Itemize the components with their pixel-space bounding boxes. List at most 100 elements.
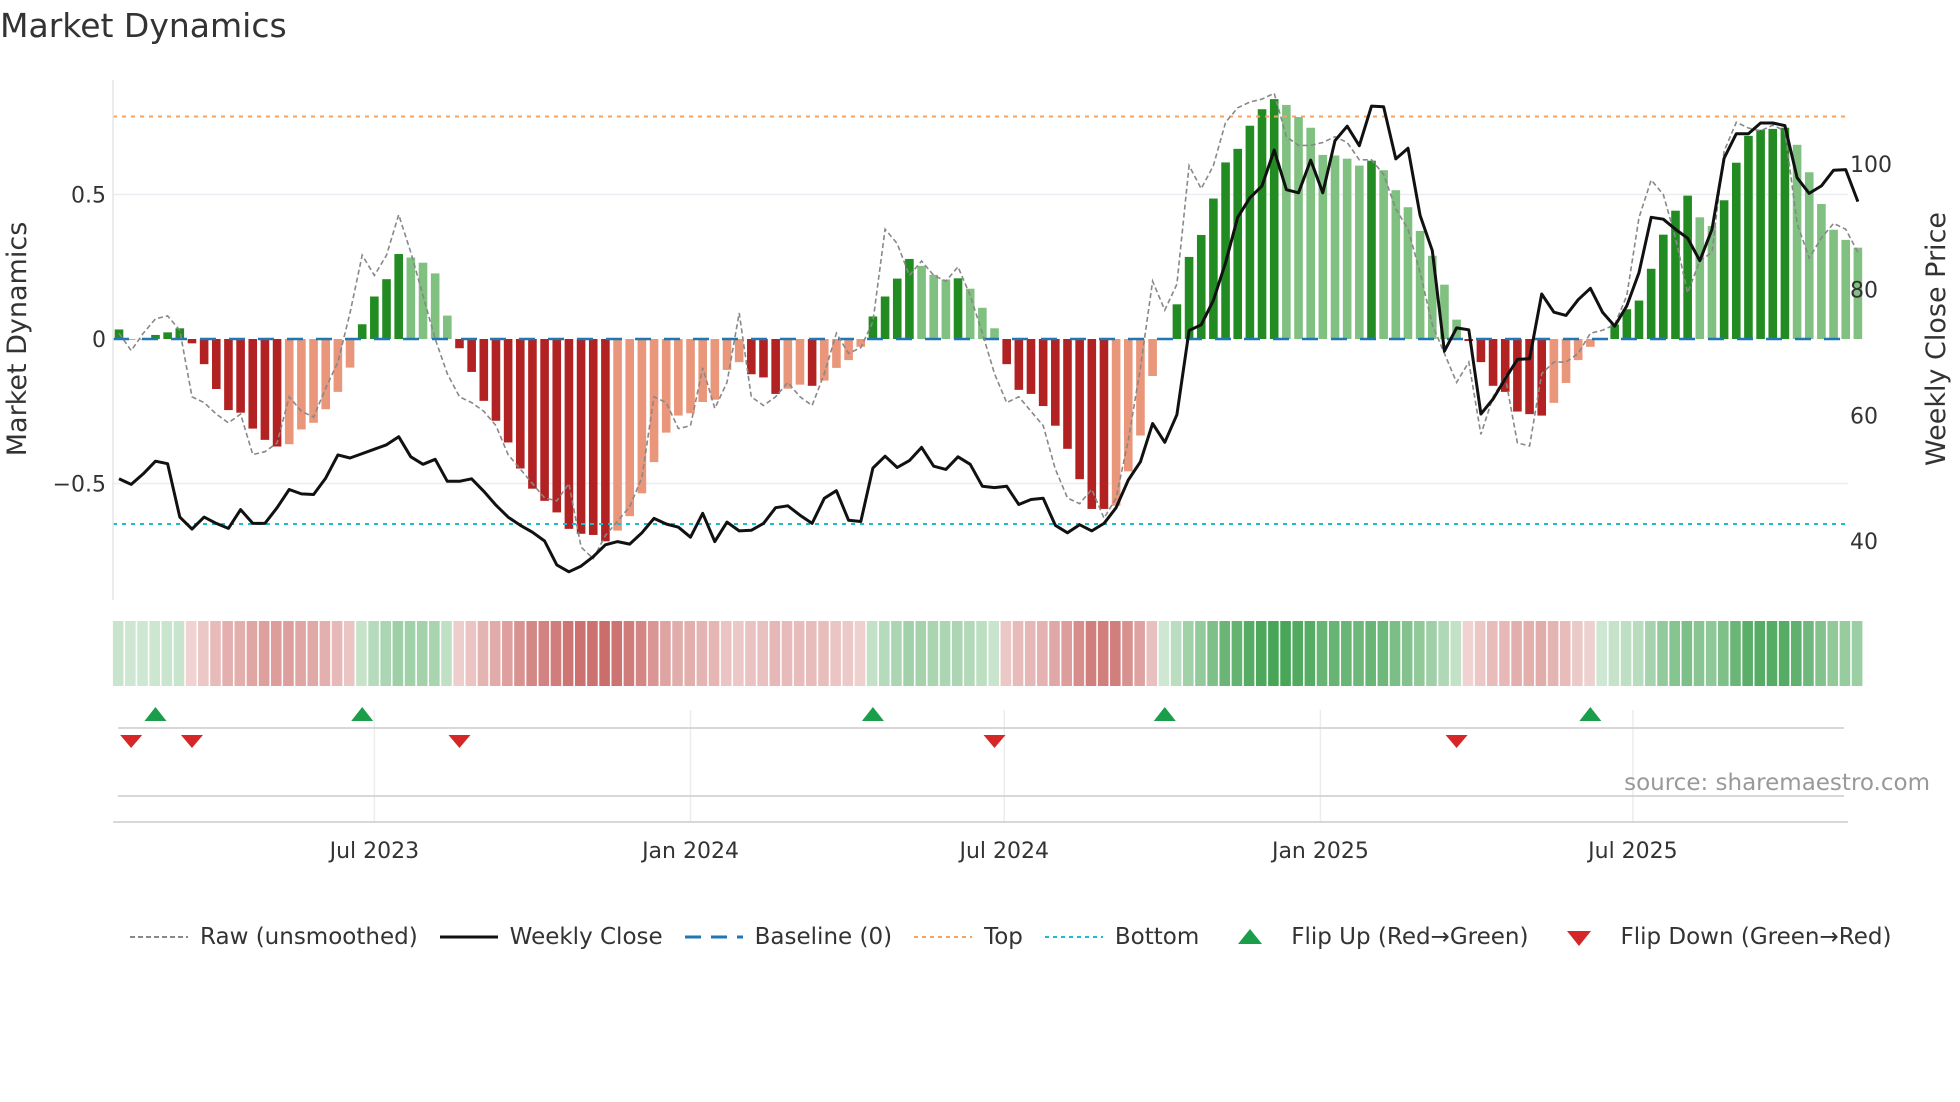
regime-cell <box>562 621 574 686</box>
regime-cell <box>1766 621 1778 686</box>
regime-cell <box>270 621 282 686</box>
regime-cell <box>647 621 659 686</box>
regime-cell <box>1730 621 1741 686</box>
x-tick-label: Jul 2024 <box>957 839 1049 864</box>
regime-cell <box>319 621 331 686</box>
regime-cell <box>1778 621 1790 686</box>
raw-swatch <box>130 936 188 938</box>
regime-cell <box>1681 621 1693 686</box>
regime-cell <box>1608 621 1620 686</box>
dynamics-bar <box>1330 155 1340 339</box>
regime-cell <box>1596 621 1608 686</box>
regime-cell <box>1061 621 1072 686</box>
dynamics-bar <box>649 339 659 463</box>
regime-cell <box>854 621 866 686</box>
legend-flip-down[interactable]: Flip Down (Green→Red) <box>1550 924 1891 950</box>
dynamics-bar <box>345 339 355 368</box>
regime-cell <box>1219 621 1231 686</box>
flip-up-marker <box>1579 707 1602 721</box>
regime-cell <box>1559 621 1571 686</box>
dynamics-bar <box>1379 170 1388 339</box>
regime-cell <box>1231 621 1243 686</box>
flip-up-marker <box>351 707 374 721</box>
regime-cell <box>1365 621 1376 686</box>
regime-cell <box>842 621 854 686</box>
regime-cell <box>404 621 416 686</box>
dynamics-bar <box>528 339 537 489</box>
regime-cell <box>392 621 404 686</box>
dynamics-bar <box>892 278 902 339</box>
legend-top-label: Top <box>984 924 1023 950</box>
regime-cell <box>210 621 221 686</box>
regime-cell <box>1474 621 1486 686</box>
dynamics-bar <box>1804 172 1814 339</box>
dynamics-bar <box>1634 300 1644 339</box>
x-tick-label: Jul 2025 <box>1586 839 1678 864</box>
dynamics-bar <box>807 339 817 386</box>
legend-bottom[interactable]: Bottom <box>1044 924 1199 950</box>
dynamics-bar <box>224 339 233 411</box>
regime-cell <box>720 621 732 686</box>
flip-down-marker <box>120 735 143 748</box>
regime-cell <box>112 621 124 686</box>
dynamics-bar <box>1002 339 1011 365</box>
legend-raw-label: Raw (unsmoothed) <box>200 924 418 950</box>
regime-cell <box>526 621 537 686</box>
dynamics-bar <box>1282 104 1291 339</box>
dynamics-bar <box>1257 109 1267 340</box>
regime-cell <box>125 621 136 686</box>
flip-down-marker <box>448 735 471 748</box>
legend-flip-up[interactable]: Flip Up (Red→Green) <box>1221 924 1528 950</box>
regime-cell <box>1535 621 1547 686</box>
dynamics-bar <box>795 339 805 385</box>
regime-cell <box>1255 621 1267 686</box>
dynamics-bar <box>1233 148 1243 339</box>
dynamics-bar <box>941 279 951 339</box>
regime-cell <box>1000 621 1012 686</box>
regime-cell <box>1146 621 1158 686</box>
regime-cell <box>1657 621 1668 686</box>
regime-cell <box>781 621 793 686</box>
regime-cell <box>1377 621 1389 686</box>
regime-cell <box>343 621 355 686</box>
regime-cell <box>222 621 233 686</box>
regime-cell <box>1839 621 1851 686</box>
dynamics-bar <box>637 339 647 494</box>
regime-cell <box>380 621 392 686</box>
legend-raw[interactable]: Raw (unsmoothed) <box>130 924 418 950</box>
regime-cell <box>951 621 963 686</box>
dynamics-bar <box>1841 239 1851 339</box>
regime-cell <box>1693 621 1705 686</box>
regime-cell <box>1316 621 1328 686</box>
regime-cell <box>1268 621 1279 686</box>
dynamics-bar <box>1780 127 1790 339</box>
dynamics-bar <box>1768 128 1778 339</box>
regime-cell <box>1024 621 1036 686</box>
regime-cell <box>198 621 209 686</box>
regime-cell <box>1207 621 1218 686</box>
regime-cell <box>611 621 623 686</box>
legend-baseline[interactable]: Baseline (0) <box>684 924 892 950</box>
dynamics-bar <box>163 332 172 339</box>
regime-cell <box>1547 621 1559 686</box>
regime-cell <box>1049 621 1060 686</box>
dynamics-bar <box>953 278 963 339</box>
legend-top[interactable]: Top <box>914 924 1023 950</box>
regime-cell <box>234 621 246 686</box>
dynamics-bar <box>321 339 331 410</box>
regime-cell <box>757 621 768 686</box>
regime-cell <box>538 621 550 686</box>
dynamics-bar <box>1403 207 1413 339</box>
dynamics-bar <box>1026 339 1036 394</box>
regime-cell <box>1718 621 1729 686</box>
regime-cell <box>477 621 489 686</box>
regime-cell <box>453 621 464 686</box>
regime-cell <box>368 621 379 686</box>
regime-cell <box>1073 621 1085 686</box>
regime-cell <box>173 621 185 686</box>
dynamics-bar <box>1294 117 1303 339</box>
dynamics-bar <box>1075 339 1084 480</box>
y2-tick-label: 80 <box>1850 279 1878 304</box>
legend-close[interactable]: Weekly Close <box>439 924 663 950</box>
dynamics-bar <box>564 339 574 529</box>
